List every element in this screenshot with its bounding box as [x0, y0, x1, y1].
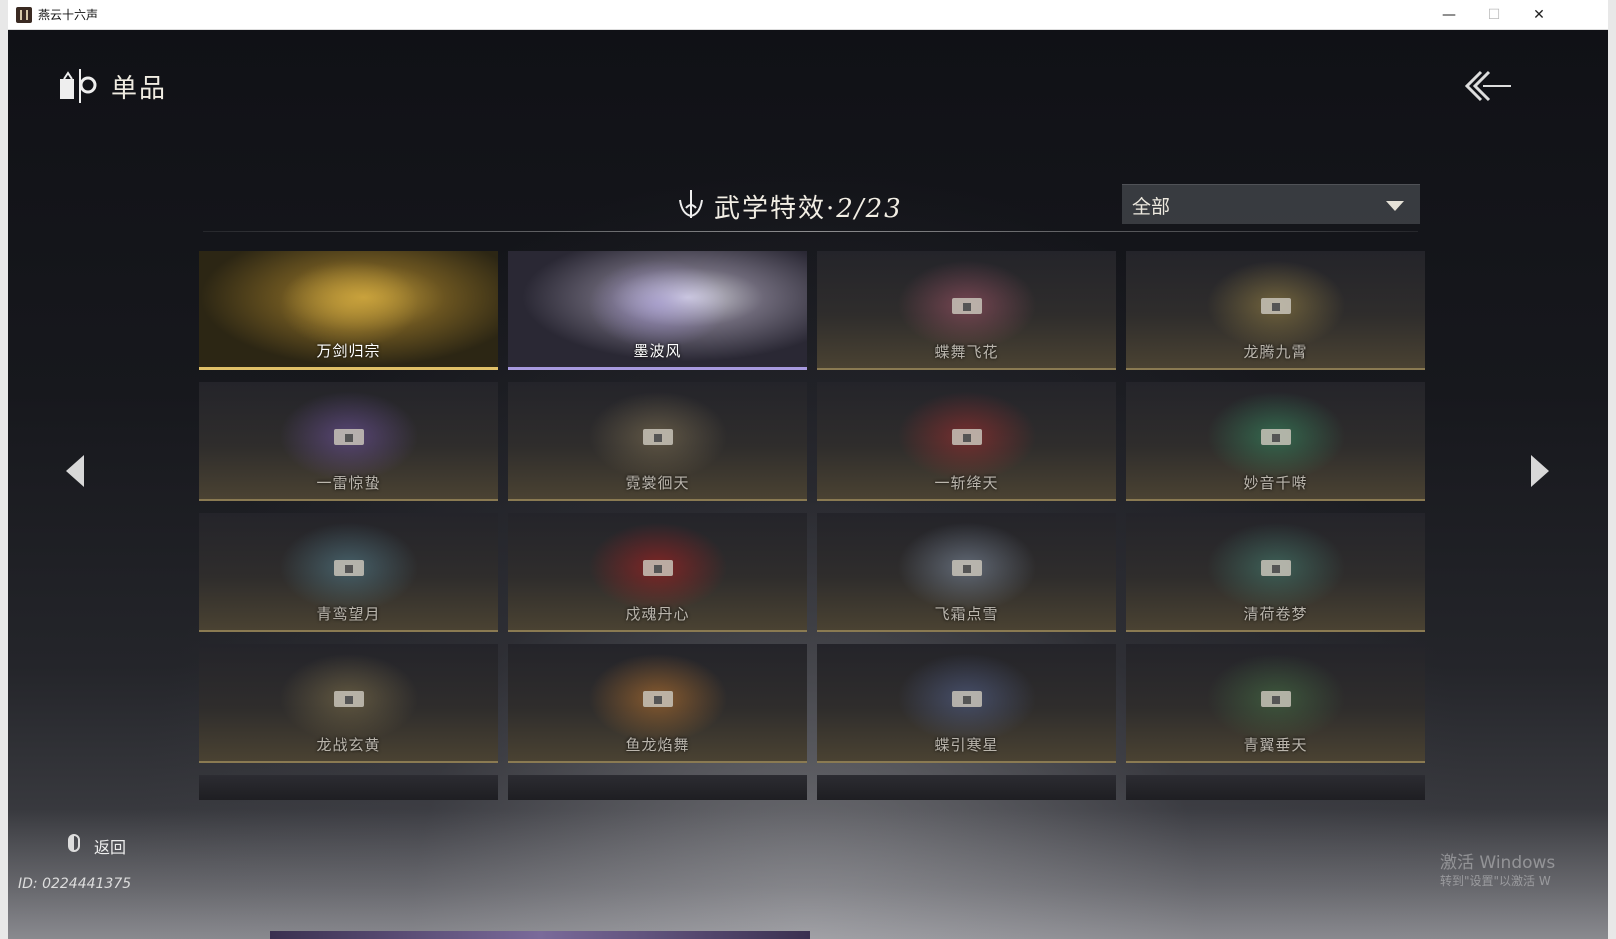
lock-icon: [951, 560, 982, 576]
lock-icon: [333, 429, 364, 445]
effect-card-label: 鱼龙焰舞: [625, 736, 690, 754]
lock-icon: [951, 429, 982, 445]
effect-card-label: 墨波风: [633, 342, 682, 360]
effect-card-label: 青鸾望月: [316, 605, 381, 623]
lock-icon: [333, 691, 364, 707]
effect-card-partial[interactable]: [817, 775, 1116, 800]
effect-card[interactable]: 万剑归宗: [199, 251, 498, 370]
effect-grid: 万剑归宗 墨波风 蝶舞飞花 龙腾九霄 一雷惊蛰 霓裳徊天 一斩绛天 妙音千啭 青…: [199, 251, 1425, 800]
return-label: 返回: [94, 838, 127, 857]
effect-card-label: 龙战玄黄: [316, 736, 381, 754]
lock-icon: [642, 691, 673, 707]
lock-icon: [1260, 429, 1291, 445]
effect-card[interactable]: 飞霜点雪: [817, 513, 1116, 632]
effect-card-label: 妙音千啭: [1243, 474, 1308, 492]
effect-art: [278, 259, 419, 349]
close-button[interactable]: ✕: [1516, 0, 1562, 30]
effect-card-partial[interactable]: [1126, 775, 1425, 800]
effect-card[interactable]: 龙腾九霄: [1126, 251, 1425, 370]
filter-selected-value: 全部: [1132, 196, 1171, 218]
martial-effect-icon: [679, 190, 703, 218]
section-divider: [203, 231, 1418, 232]
wardrobe-icon: [60, 69, 97, 103]
effect-card-label: 万剑归宗: [316, 342, 381, 360]
effect-card[interactable]: 霓裳徊天: [508, 382, 807, 501]
next-page-arrow[interactable]: [1531, 455, 1549, 487]
effect-card-label: 霓裳徊天: [625, 474, 690, 492]
chevron-down-icon: [1386, 201, 1404, 211]
effect-card-label: 清荷卷梦: [1243, 605, 1308, 623]
lock-icon: [333, 560, 364, 576]
mouse-right-click-icon: [68, 834, 80, 852]
section-title-text: 武学特效·: [714, 194, 837, 224]
lock-icon: [1260, 560, 1291, 576]
section-title: 武学特效·2/23: [714, 188, 903, 225]
effect-card-label: 蝶引寒星: [934, 736, 999, 754]
effect-card-partial[interactable]: [508, 775, 807, 800]
effect-card[interactable]: 鱼龙焰舞: [508, 644, 807, 763]
effect-card-label: 龙腾九霄: [1243, 343, 1308, 361]
effect-card[interactable]: 青鸾望月: [199, 513, 498, 632]
game-viewport: 单品 武学特效·2/23 全部 万剑归宗 墨波风 蝶舞飞花 龙腾九霄 一雷惊蛰 …: [8, 30, 1608, 939]
lock-icon: [951, 691, 982, 707]
lock-icon: [1260, 691, 1291, 707]
effect-card-label: 一雷惊蛰: [316, 474, 381, 492]
taskbar-strip: [270, 931, 810, 939]
effect-card-label: 蝶舞飞花: [934, 343, 999, 361]
effect-card-label: 青翼垂天: [1243, 736, 1308, 754]
effect-card[interactable]: 蝶引寒星: [817, 644, 1116, 763]
player-id: ID: 0224441375: [18, 876, 132, 892]
prev-page-arrow[interactable]: [66, 455, 84, 487]
lock-icon: [951, 298, 982, 314]
app-icon: [16, 7, 32, 23]
effect-card[interactable]: 一斩绛天: [817, 382, 1116, 501]
effect-card-partial[interactable]: [199, 775, 498, 800]
snow-ground: [8, 809, 1608, 939]
effect-card[interactable]: 青翼垂天: [1126, 644, 1425, 763]
lock-icon: [1260, 298, 1291, 314]
minimize-button[interactable]: —: [1426, 0, 1472, 30]
effect-card-label: 一斩绛天: [934, 474, 999, 492]
lock-icon: [642, 429, 673, 445]
effect-art: [587, 259, 728, 349]
effect-card-label: 戍魂丹心: [625, 605, 690, 623]
back-arrow-icon[interactable]: [1463, 68, 1513, 104]
effect-card-label: 飞霜点雪: [934, 605, 999, 623]
effect-card[interactable]: 墨波风: [508, 251, 807, 370]
effect-card[interactable]: 妙音千啭: [1126, 382, 1425, 501]
window-title: 燕云十六声: [38, 8, 99, 22]
activation-watermark: 激活 Windows: [1440, 853, 1556, 873]
section-count: 2/23: [836, 194, 903, 224]
lock-icon: [642, 560, 673, 576]
effect-card[interactable]: 一雷惊蛰: [199, 382, 498, 501]
window-titlebar: 燕云十六声 — ☐ ✕: [8, 0, 1608, 30]
category-filter-dropdown[interactable]: 全部: [1122, 184, 1420, 224]
effect-card[interactable]: 龙战玄黄: [199, 644, 498, 763]
maximize-button[interactable]: ☐: [1471, 0, 1517, 30]
effect-card[interactable]: 清荷卷梦: [1126, 513, 1425, 632]
effect-card[interactable]: 戍魂丹心: [508, 513, 807, 632]
activation-watermark-sub: 转到"设置"以激活 W: [1440, 874, 1551, 888]
effect-card[interactable]: 蝶舞飞花: [817, 251, 1116, 370]
page-title: 单品: [111, 74, 168, 104]
